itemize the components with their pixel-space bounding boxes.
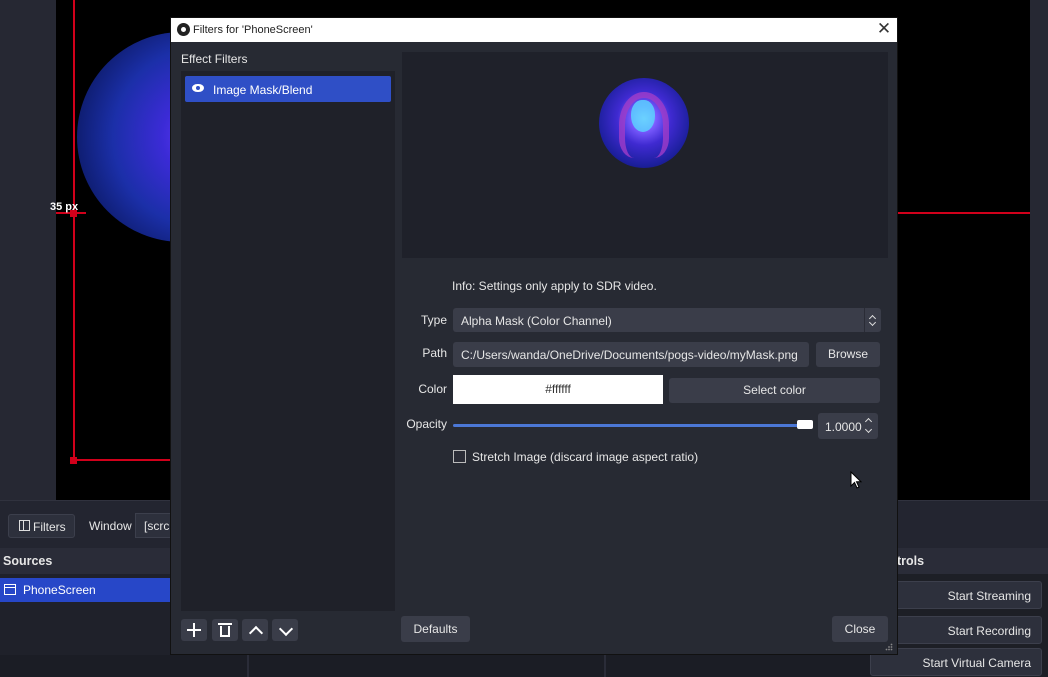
distance-label: 35 px xyxy=(50,201,79,213)
dock-separator xyxy=(604,655,606,677)
window-label: Window xyxy=(89,519,132,533)
opacity-spinbox[interactable]: 1.0000 xyxy=(818,413,878,439)
move-filter-down-button[interactable] xyxy=(272,619,298,641)
window-capture-icon xyxy=(4,584,16,595)
select-color-button[interactable]: Select color xyxy=(669,378,880,403)
path-input[interactable]: C:/Users/wanda/OneDrive/Documents/pogs-v… xyxy=(453,342,809,367)
chevron-up-icon[interactable] xyxy=(864,417,873,426)
resize-handle[interactable] xyxy=(70,457,77,464)
stretch-image-checkbox[interactable] xyxy=(453,450,466,463)
mouse-cursor-icon xyxy=(850,471,863,489)
dialog-title: Filters for 'PhoneScreen' xyxy=(193,24,313,36)
defaults-button[interactable]: Defaults xyxy=(401,616,470,642)
dock-separator xyxy=(247,655,249,677)
color-swatch: #ffffff xyxy=(453,375,663,404)
opacity-value: 1.0000 xyxy=(825,420,862,434)
opacity-slider[interactable] xyxy=(453,424,811,427)
masked-preview-image xyxy=(599,78,689,168)
bounding-box-bottom-edge xyxy=(73,459,183,461)
chevron-down-icon[interactable] xyxy=(864,425,873,434)
dialog-titlebar: Filters for 'PhoneScreen' ✕ xyxy=(171,18,897,42)
close-button[interactable]: Close xyxy=(832,616,888,642)
obs-logo-icon xyxy=(177,23,190,36)
source-item-label: PhoneScreen xyxy=(23,583,96,597)
sdr-info-text: Info: Settings only apply to SDR video. xyxy=(452,279,657,293)
filters-dialog: Filters for 'PhoneScreen' ✕ Effect Filte… xyxy=(171,18,897,654)
effect-filters-label: Effect Filters xyxy=(181,52,248,66)
resize-grip-icon[interactable] xyxy=(885,643,893,651)
bounding-box-left-edge xyxy=(73,0,75,462)
filters-icon xyxy=(19,520,30,531)
stretch-image-label[interactable]: Stretch Image (discard image aspect rati… xyxy=(472,450,698,464)
trash-icon xyxy=(218,623,232,625)
dock-panels xyxy=(0,655,870,677)
chevron-down-icon xyxy=(278,621,294,637)
effect-filters-list: Image Mask/Blend xyxy=(181,71,395,611)
trash-icon-body xyxy=(220,626,230,637)
plus-icon-stroke xyxy=(193,623,195,637)
type-select-value: Alpha Mask (Color Channel) xyxy=(461,314,612,328)
color-label: Color xyxy=(418,382,447,396)
path-input-value: C:/Users/wanda/OneDrive/Documents/pogs-v… xyxy=(461,348,798,362)
preview-face xyxy=(631,100,655,132)
eye-icon[interactable] xyxy=(192,84,204,92)
distance-guide-line-right xyxy=(896,212,1030,214)
opacity-label: Opacity xyxy=(406,417,447,431)
controls-dock-title: trols xyxy=(880,548,1048,574)
type-select[interactable]: Alpha Mask (Color Channel) xyxy=(453,308,881,332)
chevron-up-icon xyxy=(248,625,264,641)
add-filter-button[interactable] xyxy=(181,619,207,641)
left-dock-edge xyxy=(0,0,56,500)
filter-preview xyxy=(402,52,888,258)
close-icon[interactable]: ✕ xyxy=(875,20,893,38)
filter-item-image-mask[interactable]: Image Mask/Blend xyxy=(185,76,391,102)
move-filter-up-button[interactable] xyxy=(242,619,268,641)
select-arrows-icon xyxy=(864,308,881,332)
chevron-down-icon xyxy=(868,318,877,327)
path-label: Path xyxy=(422,346,447,360)
opacity-slider-handle[interactable] xyxy=(797,420,813,429)
right-dock-edge xyxy=(1030,0,1048,500)
sources-dock-title: Sources xyxy=(0,548,175,574)
remove-filter-button[interactable] xyxy=(212,619,238,641)
type-label: Type xyxy=(420,313,447,327)
filter-item-label: Image Mask/Blend xyxy=(213,83,313,97)
browse-button[interactable]: Browse xyxy=(816,342,880,367)
